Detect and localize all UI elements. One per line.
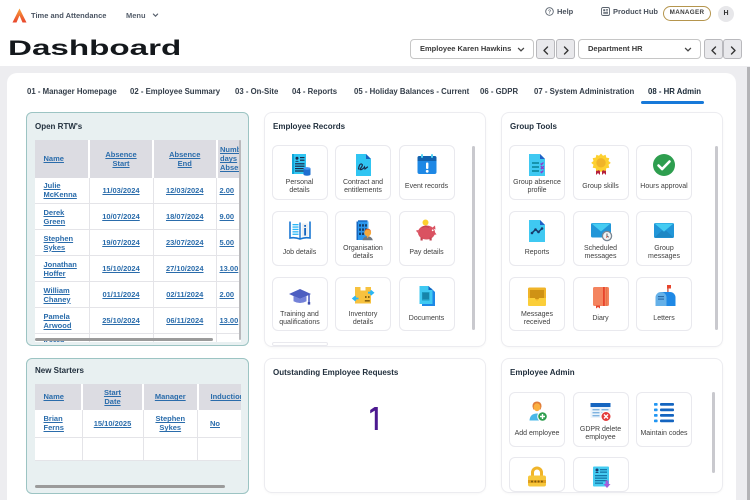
svg-text:?: ? [548,9,551,15]
